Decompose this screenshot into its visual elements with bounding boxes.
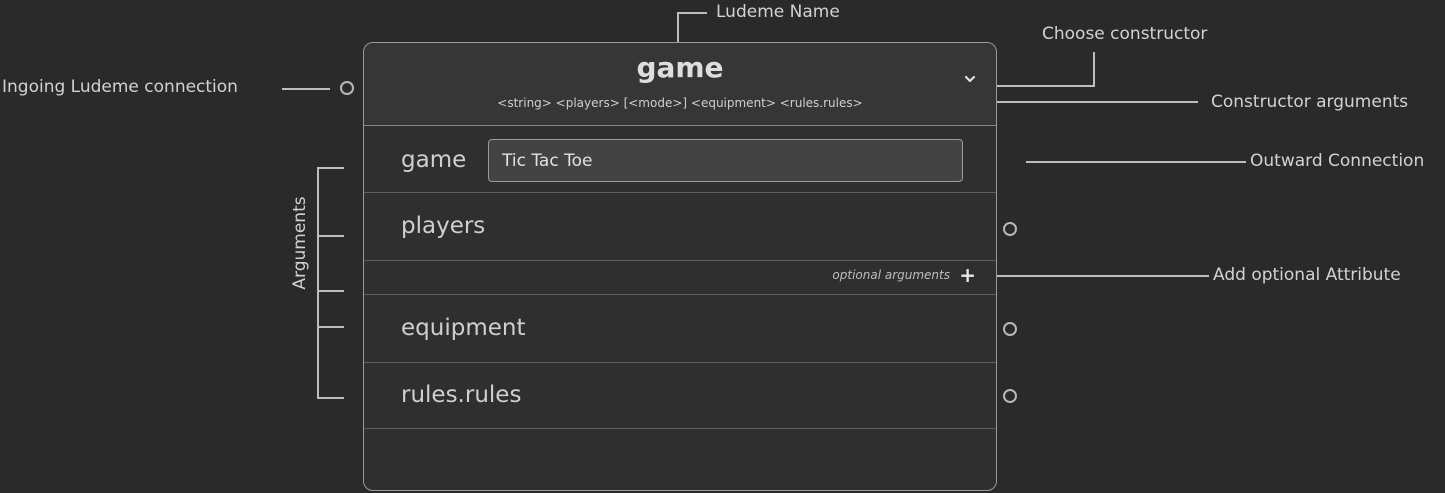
argument-label-players: players [401,213,486,239]
arguments-bracket-tick-optional [317,290,344,292]
game-name-input[interactable] [488,139,963,182]
constructor-arguments-label: Constructor arguments [1211,92,1409,112]
optional-arguments-row: optional arguments + [364,261,996,295]
choose-constructor-label: Choose constructor [1042,24,1208,44]
argument-label-rules: rules.rules [401,382,522,408]
rules-outward-port[interactable] [1003,389,1017,403]
add-optional-leader [983,275,1209,277]
ludeme-name-label: Ludeme Name [716,2,840,22]
equipment-outward-port[interactable] [1003,322,1017,336]
constructor-arguments-leader [976,101,1198,103]
outward-connection-label: Outward Connection [1250,151,1425,171]
argument-label-game: game [401,147,467,173]
arguments-bracket-tick-rules [317,397,344,399]
argument-row-players: players [364,193,996,261]
constructor-signature: <string> <players> [<mode>] <equipment> … [497,96,863,110]
arguments-bracket-spine [317,167,319,398]
chevron-down-icon[interactable] [962,71,978,87]
node-title: game [636,51,724,84]
optional-arguments-label: optional arguments [832,268,950,282]
argument-label-equipment: equipment [401,315,526,341]
ludeme-name-leader-horizontal [677,12,707,14]
argument-row-equipment: equipment [364,295,996,363]
arguments-bracket-tick-equipment [317,326,344,328]
argument-row-rules: rules.rules [364,363,996,429]
arguments-label: Arguments [290,196,310,290]
outward-connection-leader [1026,161,1246,163]
add-optional-attribute-label: Add optional Attribute [1213,265,1401,285]
ingoing-connection-port[interactable] [340,81,354,95]
ingoing-connection-leader [282,88,330,90]
argument-row-game: game [364,125,996,193]
choose-constructor-leader-vertical [1093,52,1095,86]
node-header: game <string> <players> [<mode>] <equipm… [364,43,996,126]
ingoing-connection-label: Ingoing Ludeme connection [2,77,238,97]
arguments-bracket-tick-players [317,235,344,237]
choose-constructor-leader-horizontal [990,85,1095,87]
players-outward-port[interactable] [1003,222,1017,236]
ludeme-node[interactable]: game <string> <players> [<mode>] <equipm… [363,42,997,491]
arguments-bracket-tick-game [317,167,344,169]
plus-icon[interactable]: + [959,263,976,287]
